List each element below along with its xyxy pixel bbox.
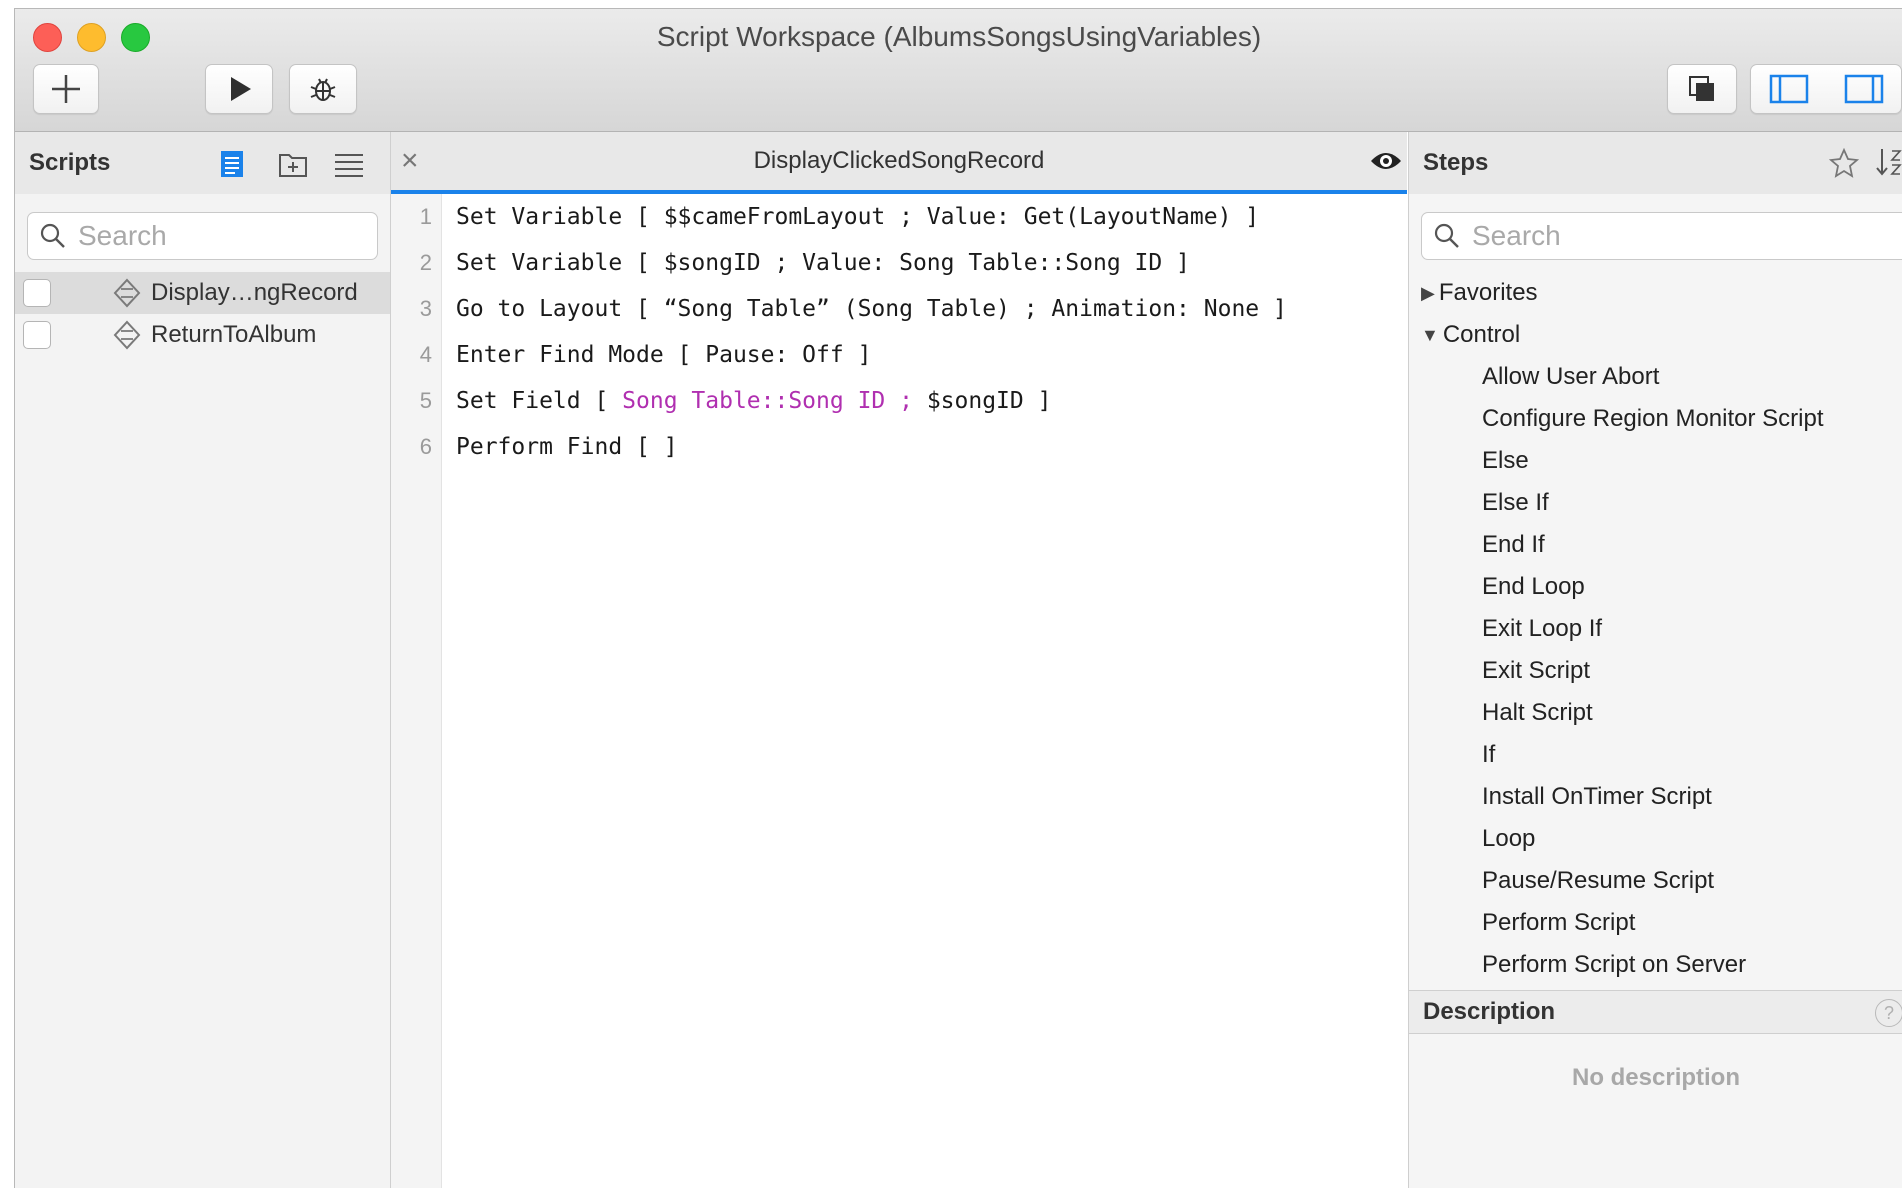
steps-panel-title: Steps	[1423, 149, 1489, 176]
steps-search-field[interactable]: Search	[1421, 212, 1902, 260]
script-step-line[interactable]: 4 Enter Find Mode [ Pause: Off ]	[391, 332, 872, 378]
new-script-button[interactable]	[33, 64, 99, 114]
script-editor[interactable]: 1 Set Variable [ $$cameFromLayout ; Valu…	[391, 194, 1407, 1188]
line-number: 1	[419, 204, 432, 229]
script-checkbox[interactable]	[23, 279, 51, 307]
script-step-line[interactable]: 5 Set Field [ Song Table::Song ID ; $son…	[391, 378, 1052, 424]
line-number: 4	[419, 342, 432, 367]
sort-icon[interactable]	[1874, 146, 1902, 178]
script-step-line[interactable]: 2 Set Variable [ $songID ; Value: Song T…	[391, 240, 1190, 286]
eye-icon[interactable]	[1369, 148, 1403, 174]
disclosure-right-icon[interactable]: ▶	[1421, 283, 1435, 304]
new-script-doc-icon[interactable]	[218, 149, 246, 179]
description-empty-text: No description	[1571, 1064, 1740, 1091]
category-control[interactable]: ▼ Control	[1421, 314, 1520, 356]
script-item-label: ReturnToAlbum	[151, 321, 317, 348]
line-number: 5	[419, 388, 432, 413]
step-text-suffix: $songID ]	[912, 388, 1052, 414]
scripts-search-placeholder: Search	[78, 220, 167, 251]
step-item[interactable]: Else	[1482, 440, 1529, 482]
step-item[interactable]: Halt Script	[1482, 692, 1593, 734]
category-label: Control	[1442, 321, 1521, 348]
new-folder-icon[interactable]	[278, 150, 308, 178]
steps-panel: Search ▶ Favorites ▼ Control Allow User …	[1408, 194, 1902, 1188]
script-icon	[113, 278, 141, 308]
script-checkbox[interactable]	[23, 321, 51, 349]
step-item[interactable]: Install OnTimer Script	[1482, 776, 1712, 818]
script-step-line[interactable]: 6 Perform Find [ ]	[391, 424, 678, 470]
search-icon	[40, 223, 65, 248]
script-item-label: Display…ngRecord	[151, 279, 358, 306]
scripts-search-field[interactable]: Search	[27, 212, 378, 260]
steps-panel-header: Steps	[1408, 132, 1902, 195]
run-script-button[interactable]	[205, 64, 273, 114]
description-title: Description	[1423, 998, 1556, 1025]
bug-icon	[310, 78, 336, 101]
disclosure-down-icon[interactable]: ▼	[1421, 325, 1439, 346]
step-item[interactable]: Perform Script on Server	[1482, 944, 1746, 986]
category-favorites[interactable]: ▶ Favorites	[1421, 272, 1538, 314]
description-header: Description ?	[1409, 990, 1902, 1034]
step-text: Set Field [	[456, 388, 623, 414]
script-step-line[interactable]: 1 Set Variable [ $$cameFromLayout ; Valu…	[391, 194, 1259, 240]
line-number: 3	[419, 296, 432, 321]
separator-list-icon[interactable]	[333, 150, 365, 178]
scripts-panel-title: Scripts	[29, 149, 111, 176]
steps-search-placeholder: Search	[1472, 220, 1561, 251]
step-item[interactable]: Allow User Abort	[1482, 356, 1659, 398]
script-tab[interactable]: × DisplayClickedSongRecord	[391, 132, 1407, 194]
window-title: Script Workspace (AlbumsSongsUsingVariab…	[656, 21, 1262, 52]
right-sidebar-icon[interactable]	[1844, 73, 1884, 105]
search-icon	[1434, 223, 1459, 248]
help-icon[interactable]: ?	[1875, 999, 1902, 1027]
scripts-panel: Search Display…ngRecord ReturnToAlbum	[15, 194, 391, 1188]
step-item[interactable]: Configure Region Monitor Script	[1482, 398, 1824, 440]
line-number: 6	[419, 434, 432, 459]
left-sidebar-icon[interactable]	[1769, 73, 1809, 105]
step-item[interactable]: Loop	[1482, 818, 1535, 860]
play-icon	[231, 77, 251, 101]
stack-icon	[1689, 76, 1714, 101]
line-number: 2	[419, 250, 432, 275]
step-item[interactable]: End Loop	[1482, 566, 1585, 608]
field-reference: Song Table::Song ID ;	[622, 388, 913, 414]
show-window-stack-button[interactable]	[1667, 64, 1737, 114]
step-item[interactable]: Exit Loop If	[1482, 608, 1602, 650]
title-bar: Script Workspace (AlbumsSongsUsingVariab…	[15, 9, 1902, 132]
step-item[interactable]: Else If	[1482, 482, 1549, 524]
plus-icon	[52, 75, 80, 103]
step-item[interactable]: If	[1482, 734, 1495, 776]
sidebar-toggle-group	[1750, 64, 1902, 114]
step-item[interactable]: End If	[1482, 524, 1545, 566]
debug-script-button[interactable]	[289, 64, 357, 114]
script-workspace-window: Script Workspace (AlbumsSongsUsingVariab…	[14, 8, 1902, 1188]
script-item-display-clicked-song-record[interactable]: Display…ngRecord	[15, 272, 390, 314]
step-text: Enter Find Mode [ Pause: Off ]	[456, 342, 872, 368]
step-item[interactable]: Exit Script	[1482, 650, 1590, 692]
scripts-panel-header: Scripts	[15, 132, 391, 195]
script-tab-title: DisplayClickedSongRecord	[753, 147, 1045, 174]
step-item[interactable]: Perform Script	[1482, 902, 1635, 944]
step-text: Set Variable [ $songID ; Value: Song Tab…	[456, 250, 1190, 276]
step-text: Perform Find [ ]	[456, 434, 678, 460]
step-text: Go to Layout [ “Song Table” (Song Table)…	[456, 296, 1287, 322]
step-item[interactable]: Pause/Resume Script	[1482, 860, 1714, 902]
script-item-return-to-album[interactable]: ReturnToAlbum	[15, 314, 390, 356]
star-icon[interactable]	[1829, 148, 1859, 178]
step-text: Set Variable [ $$cameFromLayout ; Value:…	[456, 204, 1260, 230]
category-label: Favorites	[1438, 279, 1538, 306]
script-icon	[113, 320, 141, 350]
script-step-line[interactable]: 3 Go to Layout [ “Song Table” (Song Tabl…	[391, 286, 1287, 332]
